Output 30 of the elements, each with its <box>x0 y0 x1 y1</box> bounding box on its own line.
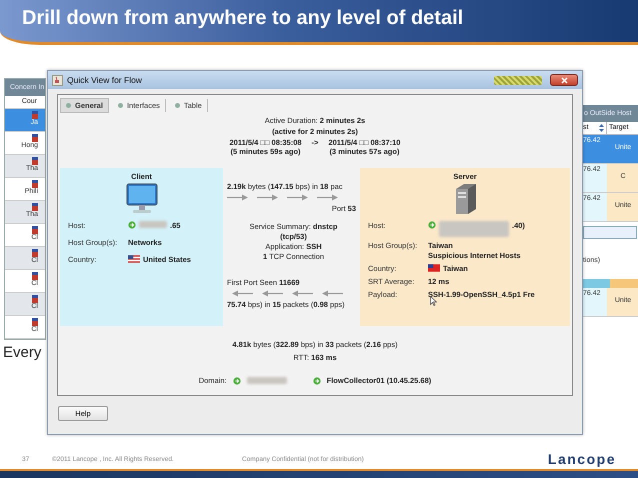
sort-icon[interactable] <box>599 124 604 132</box>
flag-icon <box>32 180 38 188</box>
flag-icon <box>32 226 38 234</box>
monitor-icon <box>124 183 158 215</box>
slide-title: Drill down from anywhere to any level of detail <box>22 6 464 30</box>
status-icon <box>312 376 321 384</box>
filter-field[interactable] <box>583 226 637 239</box>
flag-icon <box>32 111 38 119</box>
header-band <box>581 279 610 288</box>
flag-icon <box>32 203 38 211</box>
redacted-text <box>246 377 287 384</box>
header-band <box>610 279 638 288</box>
flag-icon <box>32 272 38 280</box>
flag-icon <box>428 264 440 272</box>
redacted-area <box>494 76 542 84</box>
flag-icon <box>32 318 38 326</box>
status-icon <box>428 221 436 229</box>
window-title: Quick View for Flow <box>67 75 142 85</box>
cup-icon <box>52 74 63 86</box>
flag-icon <box>128 255 140 263</box>
logo-text: Lancope <box>548 451 616 468</box>
status-icon <box>232 376 241 384</box>
close-button[interactable] <box>550 74 578 86</box>
flag-icon <box>32 249 38 257</box>
close-icon <box>560 76 568 84</box>
flag-icon <box>32 295 38 303</box>
flag-icon <box>32 134 38 142</box>
status-icon <box>128 221 136 229</box>
slide-text: Every <box>3 344 42 361</box>
flag-icon <box>32 157 38 165</box>
